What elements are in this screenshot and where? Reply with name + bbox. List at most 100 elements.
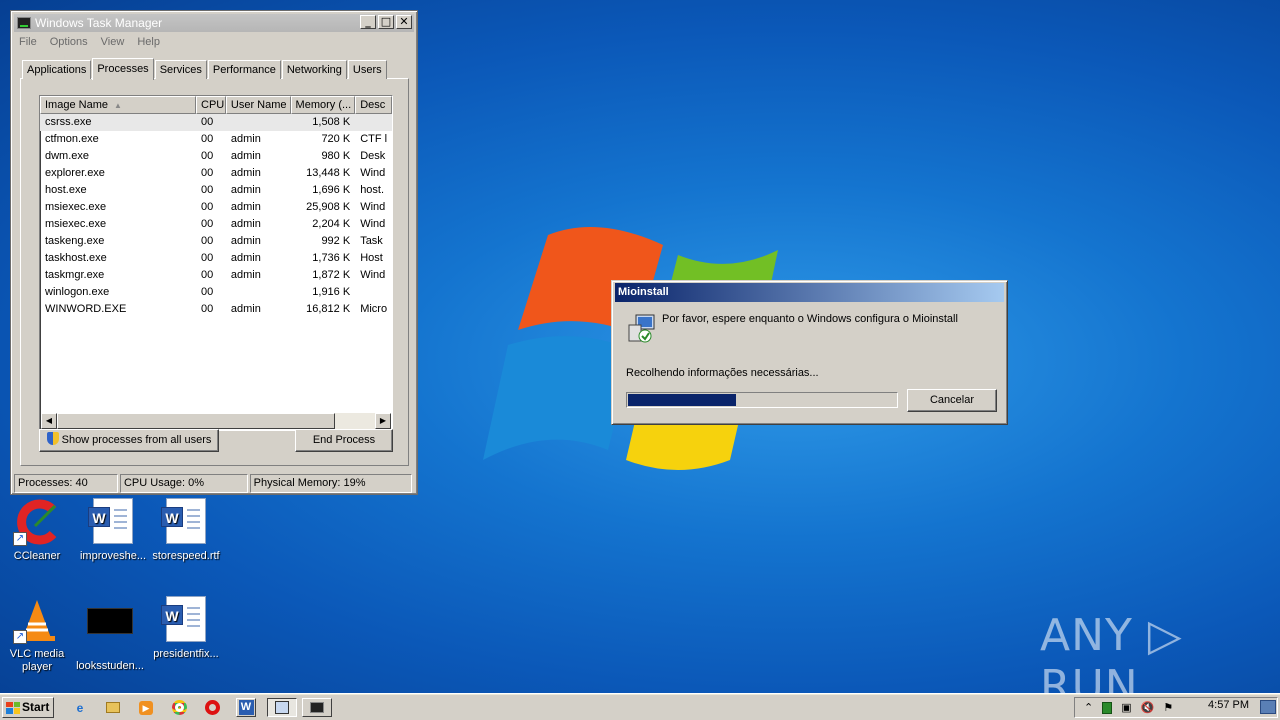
end-process-button[interactable]: End Process: [295, 429, 393, 452]
clock[interactable]: 4:57 PM: [1208, 699, 1249, 711]
desktop-icon-label: storespeed.rtf: [152, 550, 220, 562]
scrollbar-thumb[interactable]: [57, 413, 335, 429]
show-all-processes-button[interactable]: Show processes from all users: [39, 429, 219, 452]
tab-performance[interactable]: Performance: [207, 60, 281, 79]
cancel-button[interactable]: Cancelar: [907, 389, 997, 412]
status-memory: Physical Memory: 19%: [249, 474, 412, 493]
action-center-flag-icon[interactable]: ⚑: [1163, 701, 1173, 714]
table-cell: 00: [201, 269, 214, 281]
title-bar[interactable]: Windows Task Manager _ □ ✕: [14, 14, 414, 32]
desktop-icon-ccleaner[interactable]: ↗ CCleaner: [0, 498, 74, 563]
menu-view[interactable]: View: [101, 36, 125, 48]
tab-processes[interactable]: Processes: [92, 58, 154, 80]
table-cell: winlogon.exe: [45, 286, 110, 298]
column-cpu[interactable]: CPU: [196, 96, 226, 114]
table-cell: 00: [201, 252, 214, 264]
table-row[interactable]: host.exe 00 admin 1,696 K host.: [40, 182, 392, 199]
process-list[interactable]: Image Name ▲ CPU User Name Memory (... De…: [39, 95, 393, 431]
button-label: Show processes from all users: [61, 434, 212, 446]
table-cell: 00: [201, 235, 214, 247]
internet-explorer-icon[interactable]: e: [70, 698, 90, 717]
maximize-button[interactable]: □: [378, 15, 394, 29]
horizontal-scrollbar[interactable]: ◀ ▶: [41, 413, 391, 429]
table-cell: WINWORD.EXE: [45, 303, 127, 315]
volume-icon[interactable]: 🔇: [1141, 701, 1155, 714]
table-row[interactable]: taskhost.exe 00 admin 1,736 K Host: [40, 250, 392, 267]
taskbar-installer-button[interactable]: [267, 698, 297, 717]
show-hidden-icons-icon[interactable]: ⌃: [1084, 701, 1093, 714]
network-icon[interactable]: ▣: [1121, 701, 1131, 714]
table-cell: CTF l: [360, 133, 388, 145]
table-cell: taskeng.exe: [45, 235, 105, 247]
desktop-icon-looksstuden[interactable]: looksstuden...: [73, 596, 147, 673]
table-row[interactable]: msiexec.exe 00 admin 25,908 K Wind: [40, 199, 392, 216]
folder-icon[interactable]: [103, 698, 123, 717]
column-memory[interactable]: Memory (...: [290, 96, 356, 114]
table-cell: admin: [230, 269, 261, 281]
table-cell: 00: [201, 303, 214, 315]
tray-app-icon[interactable]: [1102, 701, 1113, 714]
desktop-icon-vlc[interactable]: ↗ VLC media player: [0, 596, 74, 674]
tab-applications[interactable]: Applications: [22, 60, 92, 79]
table-row[interactable]: WINWORD.EXE 00 admin 16,812 K Micro: [40, 301, 392, 318]
window-title: Windows Task Manager: [35, 16, 163, 30]
opera-icon[interactable]: [202, 698, 222, 717]
table-cell: [355, 114, 392, 131]
media-player-icon[interactable]: ▶: [136, 698, 156, 717]
tab-services[interactable]: Services: [154, 60, 207, 79]
column-description[interactable]: Desc: [355, 96, 392, 114]
start-button[interactable]: Start: [2, 697, 54, 718]
menu-file[interactable]: File: [19, 36, 37, 48]
table-cell: 1,736 K: [312, 252, 351, 264]
tab-users[interactable]: Users: [347, 60, 387, 79]
column-user-name[interactable]: User Name: [225, 96, 291, 114]
scroll-left-icon[interactable]: ◀: [41, 413, 57, 429]
table-cell: explorer.exe: [45, 167, 105, 179]
table-cell: 720 K: [321, 133, 351, 145]
vlc-icon: ↗: [13, 596, 61, 644]
desktop-icon-storespeed[interactable]: W storespeed.rtf: [149, 498, 223, 563]
scroll-right-icon[interactable]: ▶: [375, 413, 391, 429]
menu-options[interactable]: Options: [50, 36, 88, 48]
list-header: Image Name ▲ CPU User Name Memory (... De…: [40, 96, 392, 114]
process-rows: csrss.exe 00 1,508 K ctfmon.exe 00 admin 720 K…: [40, 114, 392, 318]
tab-networking[interactable]: Networking: [281, 60, 347, 79]
table-cell: 1,696 K: [312, 184, 351, 196]
chrome-icon[interactable]: [169, 698, 189, 717]
table-row[interactable]: dwm.exe 00 admin 980 K Desk: [40, 148, 392, 165]
table-cell: admin: [230, 252, 261, 264]
show-desktop-icon[interactable]: [1260, 700, 1276, 714]
table-cell: Wind: [360, 269, 386, 281]
dialog-title[interactable]: Mioinstall: [615, 283, 1004, 302]
installer-dialog: Mioinstall Por favor, espere enquanto o …: [611, 280, 1008, 425]
table-cell: csrss.exe: [45, 116, 92, 128]
table-cell: 25,908 K: [306, 201, 351, 213]
table-cell: 13,448 K: [306, 167, 351, 179]
table-row[interactable]: explorer.exe 00 admin 13,448 K Wind: [40, 165, 392, 182]
taskbar-task-manager-button[interactable]: [302, 698, 332, 717]
table-cell: 1,508 K: [312, 116, 351, 128]
desktop-icon-label: presidentfix...: [153, 648, 219, 660]
table-row[interactable]: winlogon.exe 00 1,916 K: [40, 284, 392, 301]
menu-help[interactable]: Help: [137, 36, 160, 48]
ccleaner-icon: ↗: [13, 498, 61, 546]
column-image-name[interactable]: Image Name ▲: [40, 96, 197, 114]
minimize-button[interactable]: _: [360, 15, 376, 29]
taskbar-word-button[interactable]: W: [236, 698, 256, 717]
progress-fill: [628, 394, 736, 406]
close-button[interactable]: ✕: [396, 15, 412, 29]
table-cell: admin: [230, 167, 261, 179]
table-cell: Task: [360, 235, 383, 247]
table-row[interactable]: csrss.exe 00 1,508 K: [40, 114, 392, 131]
word-document-icon: W: [161, 596, 210, 644]
table-row[interactable]: taskeng.exe 00 admin 992 K Task: [40, 233, 392, 250]
desktop-icon-presidentfix[interactable]: W presidentfix...: [149, 596, 223, 661]
table-cell: [226, 284, 291, 301]
uac-shield-icon: [46, 432, 59, 445]
table-row[interactable]: msiexec.exe 00 admin 2,204 K Wind: [40, 216, 392, 233]
table-cell: 1,916 K: [312, 286, 351, 298]
table-cell: 00: [201, 150, 214, 162]
desktop-icon-improveshe[interactable]: W improveshe...: [76, 498, 150, 563]
table-row[interactable]: taskmgr.exe 00 admin 1,872 K Wind: [40, 267, 392, 284]
table-row[interactable]: ctfmon.exe 00 admin 720 K CTF l: [40, 131, 392, 148]
